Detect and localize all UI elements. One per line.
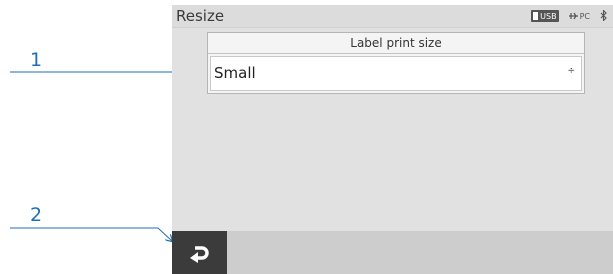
label-print-size-header: Label print size: [208, 33, 584, 54]
usb-label: USB: [540, 11, 557, 21]
status-icons: USB PC: [531, 8, 607, 23]
bottom-bar: [172, 231, 613, 274]
screen-title: Resize: [176, 7, 225, 25]
return-arrow-icon: [189, 245, 209, 263]
device-screen: Resize USB PC Label print size Small ÷: [172, 5, 613, 274]
usb-icon: USB: [531, 10, 559, 22]
label-print-size-panel: Label print size Small ÷: [207, 32, 585, 94]
selector-updown-icon: ÷: [567, 66, 575, 76]
back-button[interactable]: [172, 231, 227, 274]
label-print-size-selector[interactable]: Small ÷: [210, 56, 582, 91]
callout-number-1: 1: [30, 49, 43, 71]
selected-size-value: Small: [214, 64, 256, 82]
pc-label: PC: [579, 11, 590, 21]
callout-2-leader: [10, 227, 172, 241]
callout-number-2: 2: [30, 204, 43, 226]
title-bar: Resize USB PC: [172, 5, 613, 28]
bluetooth-icon: [600, 8, 607, 23]
pc-link-icon: PC: [568, 11, 590, 21]
